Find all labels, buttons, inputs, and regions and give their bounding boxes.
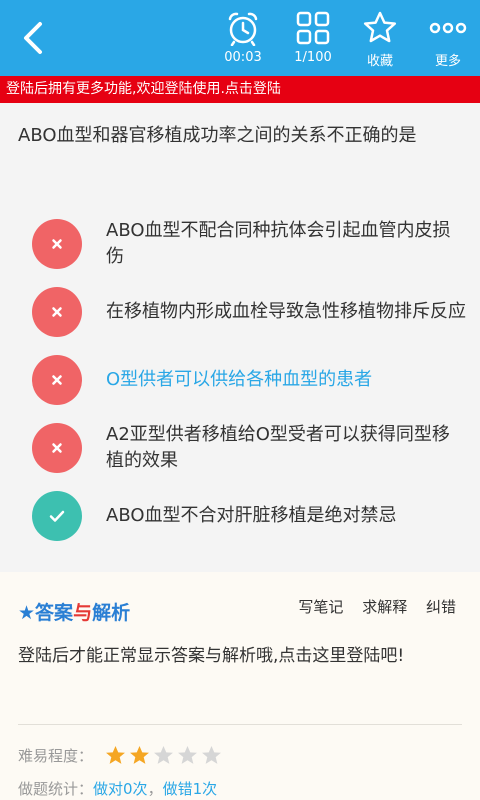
cross-icon [52,375,62,385]
stats-right: 做对0次 [93,780,148,798]
option-text: ABO血型不配合同种抗体会引起血管内皮损伤 [106,220,451,267]
ask-explain-link[interactable]: 求解释 [362,598,407,616]
right-badge [32,491,82,541]
star-filled-icon [130,745,149,764]
back-arrow-icon [24,22,42,54]
heading-join: 与 [73,602,93,624]
favorite-label: 收藏 [366,54,393,69]
difficulty-row: 难易程度： [18,742,225,768]
check-icon [49,510,65,522]
grid-icon [296,11,330,45]
progress-button[interactable]: 1/100 [278,6,348,72]
option-item[interactable]: A2亚型供者移植给O型受者可以获得同型移植的效果 [0,418,480,478]
answer-panel: ★答案与解析 写笔记 求解释 纠错 登陆后才能正常显示答案与解析哦,点击这里登陆… [0,572,480,800]
wrong-badge [32,219,82,269]
cross-icon [52,307,62,317]
heading-answer: 答案 [35,602,74,624]
option-item[interactable]: O型供者可以供给各种血型的患者 [0,350,480,410]
option-text: ABO血型不合对肝脏移植是绝对禁忌 [106,505,397,526]
star-empty-icon [202,745,221,764]
cross-icon [52,443,62,453]
difficulty-label: 难易程度： [18,746,94,765]
answer-actions: 写笔记 求解释 纠错 [284,596,456,617]
star-filled-icon [106,745,125,764]
stats-wrong: 做错1次 [162,780,218,798]
login-banner[interactable]: 登陆后拥有更多功能,欢迎登陆使用.点击登陆 [0,76,480,103]
more-button[interactable]: 更多 [413,6,480,72]
progress-label: 1/100 [294,50,332,65]
wrong-badge [32,355,82,405]
star-empty-icon [178,745,197,764]
timer-button[interactable]: 00:03 [208,6,278,72]
write-note-link[interactable]: 写笔记 [298,598,343,616]
top-toolbar: 00:03 1/100 收藏 更多 [0,0,480,76]
login-prompt[interactable]: 登陆后才能正常显示答案与解析哦,点击这里登陆吧! [18,640,458,672]
favorite-button[interactable]: 收藏 [345,6,415,72]
stats-row: 做题统计：做对0次，做错1次 [18,778,217,799]
stats-sep: ， [147,780,163,798]
heading-analysis: 解析 [92,602,131,624]
star-outline-icon [363,11,397,43]
timer-label: 00:03 [224,50,262,65]
alarm-clock-icon [228,12,258,46]
option-item[interactable]: 在移植物内形成血栓导致急性移植物排斥反应 [0,282,480,342]
more-label: 更多 [434,54,461,69]
question-text: ABO血型和器官移植成功率之间的关系不正确的是 [18,125,417,146]
wrong-badge [32,423,82,473]
wrong-badge [32,287,82,337]
heading-star-icon: ★ [18,602,36,624]
back-button[interactable] [14,18,54,58]
report-error-link[interactable]: 纠错 [426,598,456,616]
option-text: A2亚型供者移植给O型受者可以获得同型移植的效果 [106,424,450,471]
option-item[interactable]: ABO血型不合对肝脏移植是绝对禁忌 [0,486,480,546]
option-text: 在移植物内形成血栓导致急性移植物排斥反应 [106,301,466,322]
divider [18,724,462,725]
stats-label: 做题统计： [18,780,94,798]
answer-heading: ★答案与解析 [18,598,130,625]
difficulty-stars [105,745,225,766]
option-text-selected: O型供者可以供给各种血型的患者 [106,369,373,390]
more-dots-icon [429,22,467,34]
cross-icon [52,239,62,249]
star-empty-icon [154,745,173,764]
option-item[interactable]: ABO血型不配合同种抗体会引起血管内皮损伤 [0,214,480,274]
